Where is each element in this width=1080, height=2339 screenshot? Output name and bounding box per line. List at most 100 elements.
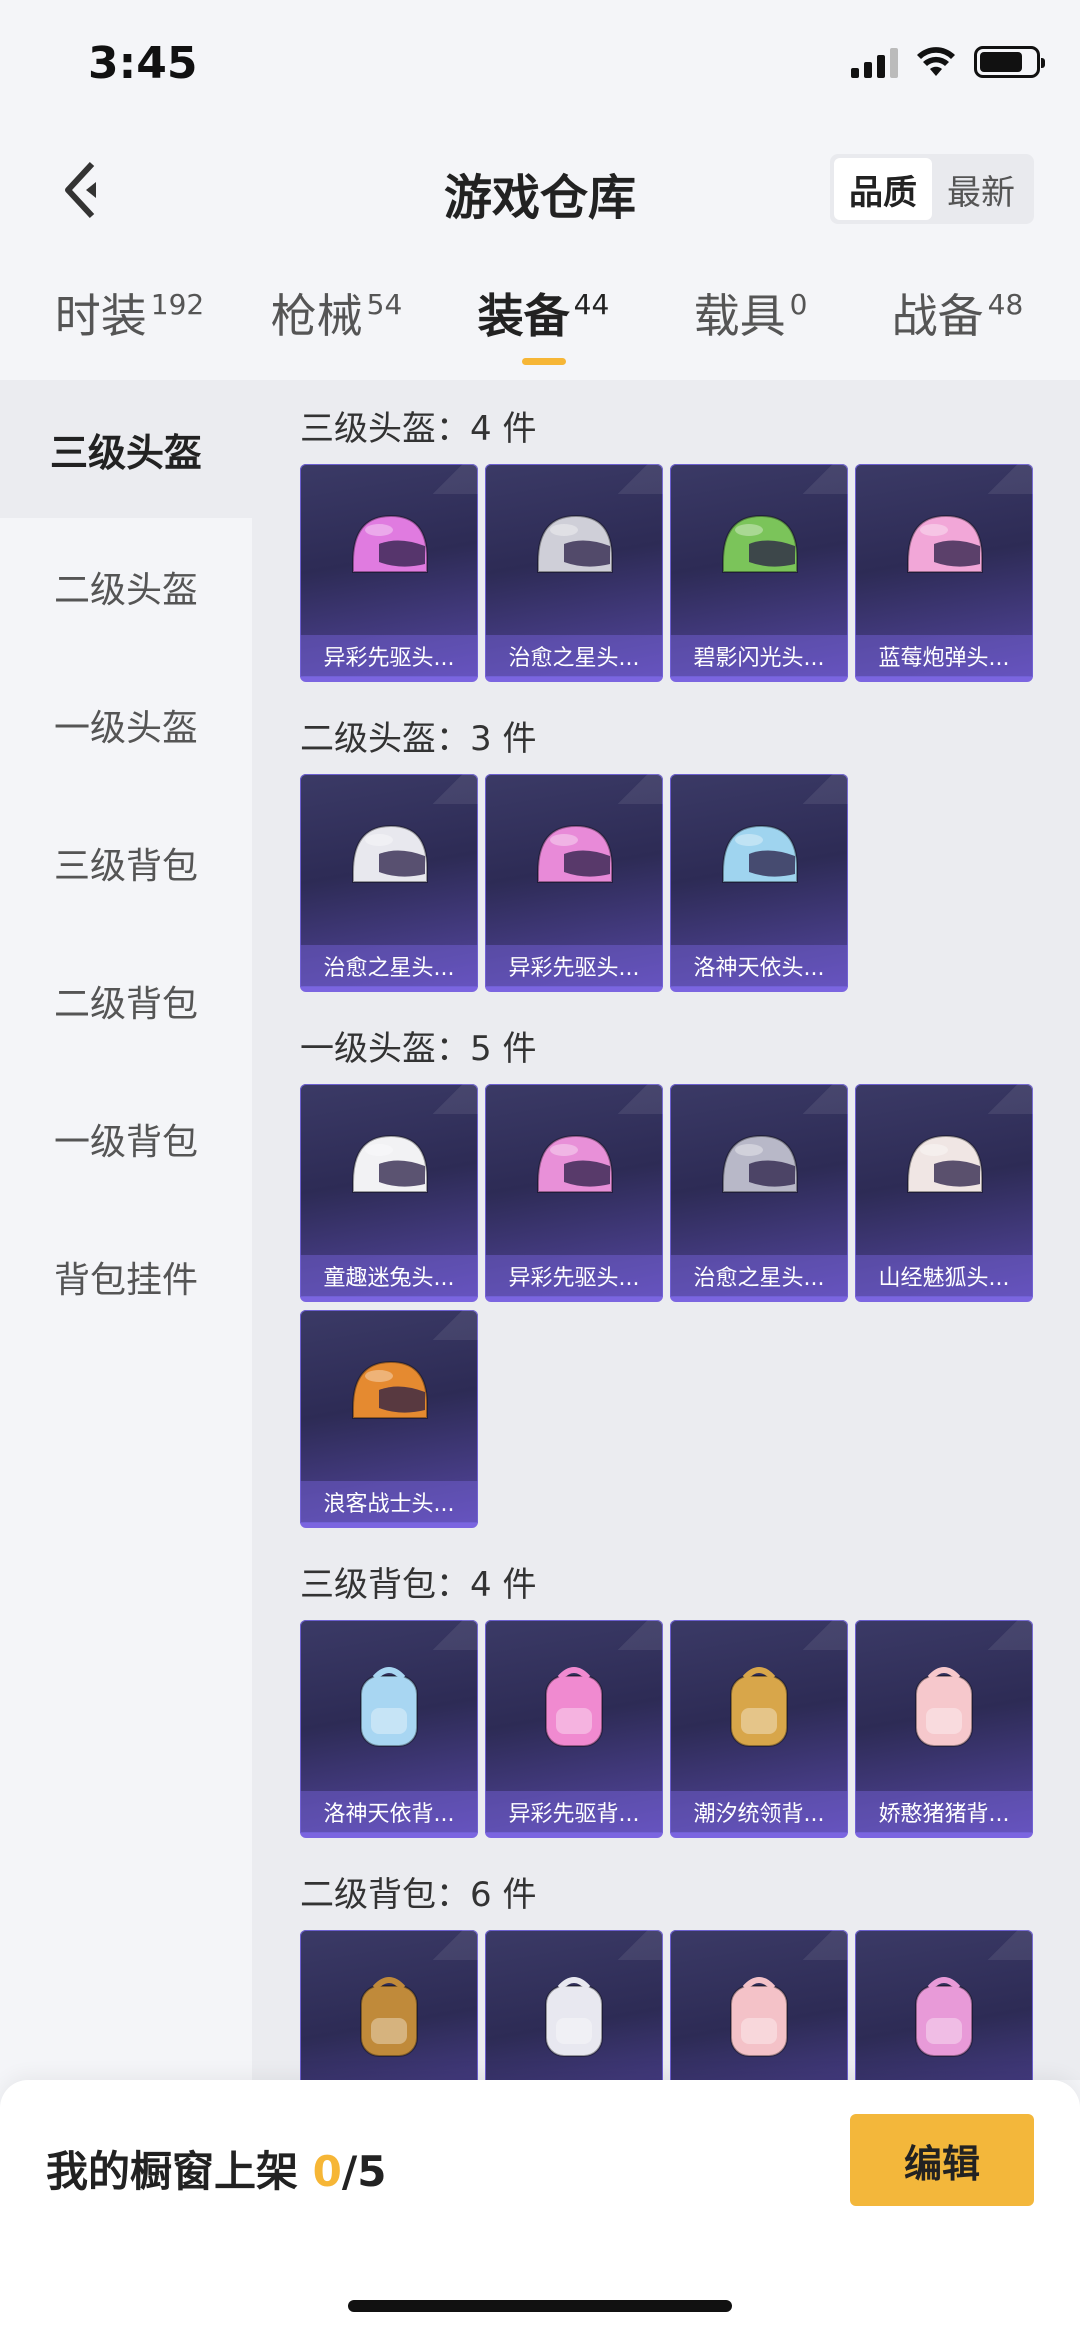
item-card[interactable]: 童趣迷兔头... [300, 1084, 478, 1302]
section-title: 三级背包：4 件 [300, 1564, 537, 1605]
item-card[interactable]: 治愈之星头... [300, 774, 478, 992]
showcase-count: 0 [312, 2147, 342, 2196]
item-grid: 异彩先驱头... 治愈之星头... 碧影闪光头... 蓝莓炮弹头... [300, 464, 1080, 682]
item-name: 碧影闪光头... [670, 635, 848, 677]
item-grid: 治愈之星头... 异彩先驱头... 洛神天依头... [300, 774, 1080, 992]
item-card[interactable]: 异彩先驱头... [300, 464, 478, 682]
helmet-icon [722, 1134, 798, 1193]
backpack-icon [915, 1977, 973, 2057]
item-grid [300, 1930, 1080, 2080]
item-name: 异彩先驱头... [485, 1255, 663, 1297]
item-name: 治愈之星头... [670, 1255, 848, 1297]
tab-label: 时装 [54, 289, 147, 343]
sort-quality-button[interactable]: 品质 [834, 158, 932, 220]
backpack-icon [545, 1667, 603, 1747]
item-name: 治愈之星头... [485, 635, 663, 677]
tab-count: 48 [987, 288, 1024, 321]
showcase-prefix: 我的橱窗上架 [46, 2147, 313, 2196]
backpack-icon [360, 1667, 418, 1747]
item-card[interactable]: 治愈之星头... [670, 1084, 848, 1302]
sidebar-item-backpack-charm[interactable]: 背包挂件 [0, 1208, 252, 1346]
tab-label: 载具 [693, 289, 786, 343]
showcase-status: 我的橱窗上架 0/5 [46, 2138, 386, 2199]
sidebar-item-level3-helmet[interactable]: 三级头盔 [0, 380, 252, 518]
sidebar-item-level3-backpack[interactable]: 三级背包 [0, 794, 252, 932]
item-name: 洛神天依背... [300, 1791, 478, 1833]
tab-fashion[interactable]: 时装 192 [26, 280, 233, 380]
helmet-icon [537, 1134, 613, 1193]
item-grid: 洛神天依背... 异彩先驱背... 潮汐统领背... 娇憨猪猪背... [300, 1620, 1080, 1838]
sidebar-item-level2-helmet[interactable]: 二级头盔 [0, 518, 252, 656]
section-title: 二级背包：6 件 [300, 1874, 537, 1915]
status-time: 3:45 [88, 38, 198, 89]
item-list[interactable]: 三级头盔：4 件异彩先驱头... 治愈之星头... 碧影闪光头... 蓝莓炮弹头...… [252, 380, 1080, 2080]
item-card[interactable]: 山经魅狐头... [855, 1084, 1033, 1302]
item-card[interactable]: 碧影闪光头... [670, 464, 848, 682]
category-tabs: 时装 192 枪械 54 装备 44 载具 0 战备 48 [0, 280, 1080, 380]
tab-count: 44 [573, 288, 610, 321]
item-card[interactable]: 洛神天依背... [300, 1620, 478, 1838]
helmet-icon [537, 824, 613, 883]
item-name: 治愈之星头... [300, 945, 478, 987]
helmet-icon [907, 514, 983, 573]
item-card[interactable] [670, 1930, 848, 2080]
tab-count: 0 [789, 288, 808, 321]
status-icons [851, 46, 1045, 78]
tab-count: 54 [366, 288, 403, 321]
tab-label: 装备 [477, 289, 570, 343]
item-card[interactable]: 异彩先驱头... [485, 774, 663, 992]
item-card[interactable]: 蓝莓炮弹头... [855, 464, 1033, 682]
item-card[interactable]: 浪客战士头... [300, 1310, 478, 1528]
sidebar-item-level1-backpack[interactable]: 一级背包 [0, 1070, 252, 1208]
section-title: 三级头盔：4 件 [300, 408, 537, 449]
item-name: 潮汐统领背... [670, 1791, 848, 1833]
tab-weapons[interactable]: 枪械 54 [233, 280, 440, 380]
sort-toggle: 品质 最新 [830, 154, 1034, 224]
helmet-icon [352, 514, 428, 573]
item-card[interactable]: 异彩先驱头... [485, 1084, 663, 1302]
backpack-icon [545, 1977, 603, 2057]
item-card[interactable]: 治愈之星头... [485, 464, 663, 682]
item-name: 山经魅狐头... [855, 1255, 1033, 1297]
item-card[interactable] [855, 1930, 1033, 2080]
helmet-icon [352, 1134, 428, 1193]
item-name: 蓝莓炮弹头... [855, 635, 1033, 677]
tab-label: 枪械 [270, 289, 363, 343]
item-grid: 童趣迷兔头... 异彩先驱头... 治愈之星头... 山经魅狐头... 浪客战士头... [300, 1084, 1080, 1528]
section-title: 一级头盔：5 件 [300, 1028, 537, 1069]
item-card[interactable] [485, 1930, 663, 2080]
item-card[interactable]: 洛神天依头... [670, 774, 848, 992]
sidebar-item-level2-backpack[interactable]: 二级背包 [0, 932, 252, 1070]
item-card[interactable]: 异彩先驱背... [485, 1620, 663, 1838]
backpack-icon [730, 1667, 788, 1747]
tab-vehicles[interactable]: 载具 0 [647, 280, 854, 380]
item-name: 娇憨猪猪背... [855, 1791, 1033, 1833]
item-card[interactable]: 娇憨猪猪背... [855, 1620, 1033, 1838]
tab-supplies[interactable]: 战备 48 [854, 280, 1061, 380]
edit-button[interactable]: 编辑 [850, 2114, 1034, 2206]
item-name: 浪客战士头... [300, 1481, 478, 1523]
item-name: 童趣迷兔头... [300, 1255, 478, 1297]
tab-count: 192 [150, 288, 205, 321]
helmet-icon [537, 514, 613, 573]
backpack-icon [360, 1977, 418, 2057]
showcase-total: /5 [341, 2147, 387, 2196]
helmet-icon [722, 514, 798, 573]
item-card[interactable]: 潮汐统领背... [670, 1620, 848, 1838]
sort-newest-button[interactable]: 最新 [932, 158, 1030, 220]
helmet-icon [907, 1134, 983, 1193]
item-name: 异彩先驱头... [300, 635, 478, 677]
header: 游戏仓库 品质 最新 [0, 140, 1080, 240]
item-card[interactable] [300, 1930, 478, 2080]
wifi-icon [917, 47, 955, 76]
backpack-icon [730, 1977, 788, 2057]
tab-equipment[interactable]: 装备 44 [440, 280, 647, 380]
helmet-icon [722, 824, 798, 883]
item-name: 洛神天依头... [670, 945, 848, 987]
backpack-icon [915, 1667, 973, 1747]
sidebar-item-level1-helmet[interactable]: 一级头盔 [0, 656, 252, 794]
home-indicator [348, 2300, 732, 2312]
helmet-icon [352, 824, 428, 883]
battery-icon [974, 46, 1045, 78]
sidebar: 三级头盔 二级头盔 一级头盔 三级背包 二级背包 一级背包 背包挂件 [0, 380, 252, 2080]
